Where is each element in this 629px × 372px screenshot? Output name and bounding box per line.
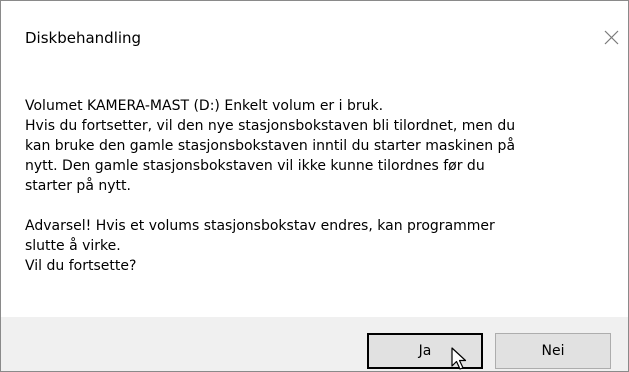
message-line: slutte å virke. (25, 238, 121, 254)
message-line: Advarsel! Hvis et volums stasjonsbokstav… (25, 218, 495, 234)
dialog-title: Diskbehandling (25, 29, 142, 47)
message-line: Volumet KAMERA-MAST (D:) Enkelt volum er… (25, 98, 384, 114)
message-body: Volumet KAMERA-MAST (D:) Enkelt volum er… (25, 96, 605, 276)
message-line: Hvis du fortsetter, vil den nye stasjons… (25, 118, 516, 134)
message-line: nytt. Den gamle stasjonsbokstaven vil ik… (25, 158, 485, 174)
message-paragraph-in-use: Volumet KAMERA-MAST (D:) Enkelt volum er… (25, 96, 605, 196)
message-line: Vil du fortsette? (25, 258, 137, 274)
close-button[interactable] (594, 20, 628, 54)
message-paragraph-warning: Advarsel! Hvis et volums stasjonsbokstav… (25, 216, 605, 276)
message-line: starter på nytt. (25, 178, 131, 194)
mouse-pointer-icon (451, 347, 467, 370)
no-button[interactable]: Nei (495, 333, 611, 369)
button-bar: Ja Nei (1, 317, 628, 371)
disk-management-dialog: Diskbehandling Volumet KAMERA-MAST (D:) … (0, 0, 629, 372)
message-line: kan bruke den gamle stasjonsbokstaven in… (25, 138, 516, 154)
close-icon (604, 30, 619, 45)
title-bar: Diskbehandling (1, 1, 628, 57)
